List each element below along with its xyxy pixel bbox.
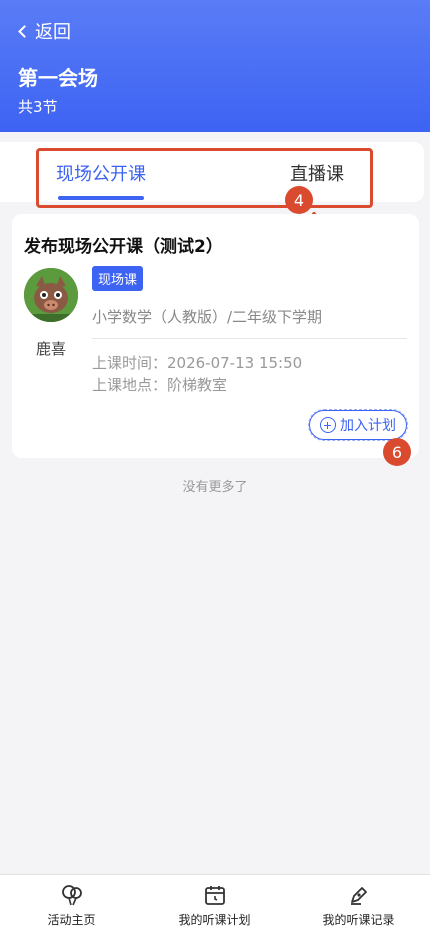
lesson-count: 共3节	[18, 98, 58, 116]
tabbar-label-plan: 我的听课计划	[178, 913, 251, 927]
bottom-tabbar: 活动主页 我的听课计划 我的听课记录	[0, 874, 430, 932]
course-place: 上课地点：阶梯教室	[92, 376, 228, 394]
back-label: 返回	[35, 22, 71, 43]
course-time: 上课时间：2026-07-13 15:50	[92, 354, 303, 372]
plus-circle-icon	[320, 417, 336, 433]
tab-livestream[interactable]: 直播课	[290, 160, 344, 186]
card-divider	[92, 338, 407, 339]
course-card[interactable]: 发布现场公开课（测试2） 鹿喜 现场课 小学数学（人教版）/二年级下学期 上课时…	[12, 214, 419, 458]
tabbar-item-home[interactable]: 活动主页	[0, 875, 143, 932]
calendar-icon	[204, 886, 225, 905]
add-plan-button[interactable]: 加入计划	[309, 410, 407, 440]
tabbar-label-home: 活动主页	[47, 913, 96, 927]
header: 返回 第一会场 共3节	[0, 0, 430, 132]
pen-icon	[350, 887, 367, 905]
tab-bar: 现场公开课 直播课	[0, 142, 424, 202]
chevron-left-icon	[18, 25, 31, 38]
teacher-name: 鹿喜	[36, 340, 67, 358]
course-type-tag: 现场课	[92, 266, 144, 291]
back-button[interactable]: 返回	[18, 18, 71, 44]
tab-live-lesson[interactable]: 现场公开课	[56, 160, 146, 186]
tab-active-indicator	[58, 196, 144, 200]
balloons-icon	[61, 885, 82, 906]
tabbar-item-plan[interactable]: 我的听课计划	[143, 875, 286, 932]
annotation-marker-6: 6	[383, 438, 411, 466]
course-title: 发布现场公开课（测试2）	[24, 237, 223, 257]
tabbar-item-record[interactable]: 我的听课记录	[287, 875, 430, 932]
course-subject: 小学数学（人教版）/二年级下学期	[92, 308, 323, 326]
add-plan-label: 加入计划	[340, 418, 396, 434]
list-end-text: 没有更多了	[182, 480, 248, 495]
teacher-avatar	[24, 268, 78, 322]
tabbar-label-record: 我的听课记录	[322, 913, 395, 927]
page-title: 第一会场	[18, 66, 98, 90]
